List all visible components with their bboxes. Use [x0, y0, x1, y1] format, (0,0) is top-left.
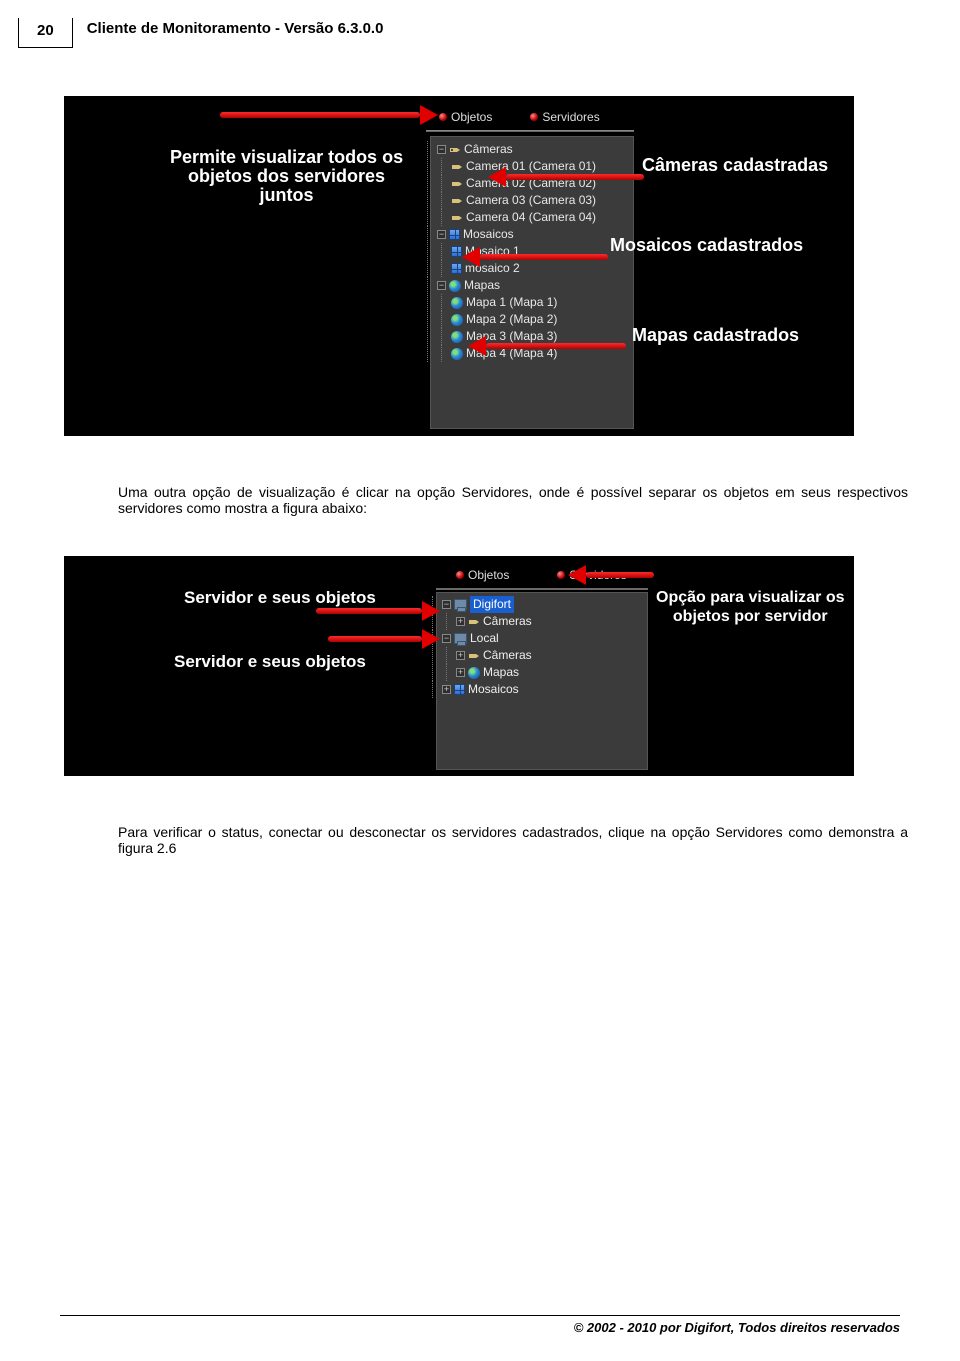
expand-icon[interactable]: +	[456, 668, 465, 677]
tree-node-label: Camera 01 (Camera 01)	[466, 158, 596, 175]
globe-icon	[468, 667, 480, 679]
server-tree[interactable]: − Digifort +Câmeras − Local +C	[436, 592, 648, 770]
paragraph: Uma outra opção de visualização é clicar…	[118, 484, 908, 516]
expand-icon[interactable]: +	[456, 617, 465, 626]
page-number: 20	[18, 18, 73, 48]
globe-icon	[449, 280, 461, 292]
tree-node[interactable]: + Mapas	[456, 664, 644, 681]
separator	[436, 588, 648, 590]
camera-icon	[451, 161, 463, 173]
camera-icon	[468, 616, 480, 628]
dot-icon	[530, 113, 538, 121]
tree-node-selected: Digifort	[470, 596, 514, 613]
arrow-icon	[586, 572, 654, 578]
arrow-icon	[328, 636, 422, 642]
arrow-icon	[480, 254, 608, 260]
camera-icon	[451, 195, 463, 207]
arrow-icon	[220, 112, 420, 118]
tree-node-label: Local	[470, 630, 499, 647]
dot-icon	[456, 571, 464, 579]
expand-icon[interactable]: +	[456, 651, 465, 660]
camera-icon	[451, 178, 463, 190]
tab-label: Servidores	[542, 110, 599, 124]
globe-icon	[451, 314, 463, 326]
tree-node-label: Mapas	[464, 277, 500, 294]
tree-node-label: Câmeras	[464, 141, 513, 158]
tab-label: Objetos	[451, 110, 492, 124]
callout-mapas: Mapas cadastrados	[632, 326, 799, 345]
paragraph: Para verificar o status, conectar ou des…	[118, 824, 908, 856]
callout-server2: Servidor e seus objetos	[174, 652, 366, 671]
collapse-icon[interactable]: −	[437, 145, 446, 154]
camera-icon	[468, 650, 480, 662]
tab-objetos[interactable]: Objetos	[439, 110, 492, 124]
tree-node-label: Mosaicos	[468, 681, 519, 698]
arrow-icon	[506, 174, 644, 180]
tree-node-label: Mapa 2 (Mapa 2)	[466, 311, 557, 328]
collapse-icon[interactable]: −	[442, 634, 451, 643]
tree-node[interactable]: + Câmeras	[456, 613, 644, 630]
globe-icon	[451, 348, 463, 360]
footer-copyright: © 2002 - 2010 por Digifort, Todos direit…	[60, 1315, 900, 1335]
tree-node-label: Mapas	[483, 664, 519, 681]
tree-node-label: Câmeras	[483, 613, 532, 630]
tree-node-label: Mapa 1 (Mapa 1)	[466, 294, 557, 311]
tree-node[interactable]: Camera 04 (Camera 04)	[451, 209, 629, 226]
dot-icon	[439, 113, 447, 121]
collapse-icon[interactable]: −	[437, 230, 446, 239]
callout-cameras: Câmeras cadastradas	[642, 156, 828, 175]
camera-icon	[449, 144, 461, 156]
arrow-icon	[316, 608, 422, 614]
tab-objetos[interactable]: Objetos	[456, 568, 509, 582]
globe-icon	[451, 331, 463, 343]
callout-server1: Servidor e seus objetos	[184, 588, 376, 607]
collapse-icon[interactable]: −	[442, 600, 451, 609]
arrow-icon	[486, 343, 626, 349]
mosaic-icon	[449, 229, 460, 240]
tree-node-label: Camera 04 (Camera 04)	[466, 209, 596, 226]
tree-node-label: Camera 03 (Camera 03)	[466, 192, 596, 209]
expand-icon[interactable]: +	[442, 685, 451, 694]
dot-icon	[557, 571, 565, 579]
callout-mosaicos: Mosaicos cadastrados	[610, 236, 803, 255]
camera-icon	[451, 212, 463, 224]
tree-node[interactable]: Mapa 1 (Mapa 1)	[451, 294, 629, 311]
tree-node[interactable]: + Mosaicos	[442, 681, 644, 698]
tree-node[interactable]: Camera 03 (Camera 03)	[451, 192, 629, 209]
figure-objects-tree: Objetos Servidores − Câmeras	[64, 96, 854, 436]
figure-servers-tree: Objetos Servidores − Digifort +Câmeras	[64, 556, 854, 776]
separator	[426, 130, 634, 132]
tree-node[interactable]: Camera 01 (Camera 01)	[451, 158, 629, 175]
tree-node-label: Mosaicos	[463, 226, 514, 243]
mosaic-icon	[451, 246, 462, 257]
callout-option: Opção para visualizar os objetos por ser…	[656, 588, 845, 626]
tab-servidores[interactable]: Servidores	[530, 110, 599, 124]
page-title: Cliente de Monitoramento - Versão 6.3.0.…	[87, 18, 384, 37]
tree-node-label: Câmeras	[483, 647, 532, 664]
mosaic-icon	[451, 263, 462, 274]
callout-left: Permite visualizar todos os objetos dos …	[170, 148, 403, 205]
globe-icon	[451, 297, 463, 309]
server-icon	[454, 599, 467, 610]
mosaic-icon	[454, 684, 465, 695]
tree-node[interactable]: + Câmeras	[456, 647, 644, 664]
tab-label: Objetos	[468, 568, 509, 582]
server-icon	[454, 633, 467, 644]
collapse-icon[interactable]: −	[437, 281, 446, 290]
tree-node[interactable]: Mapa 2 (Mapa 2)	[451, 311, 629, 328]
